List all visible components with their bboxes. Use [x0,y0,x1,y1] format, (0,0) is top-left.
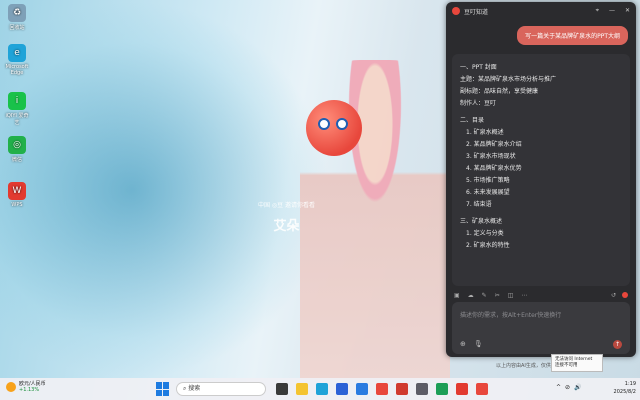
new-chat-icon[interactable] [622,291,628,298]
desktop-icon-wechat[interactable]: ◎ 微信 [4,136,30,163]
weather-title: 欧元/人民币 [19,381,46,387]
image-icon[interactable]: ◫ [508,292,514,299]
desktop-icon-label: 微信 [11,157,22,163]
mascot-icon [306,100,362,156]
app-title: 豆叮知道 [464,8,489,16]
screenshot-icon[interactable]: ▣ [454,292,460,299]
app-logo-icon [452,7,460,15]
app-icon[interactable] [416,383,428,395]
title-bar: 豆叮知道 ⌖ — ✕ [446,2,636,20]
message-input-placeholder: 描述你的需求，按Alt+Enter快速换行 [460,312,562,319]
answer-heading: 三、矿泉水概述 [460,218,503,225]
desktop-icon-edge[interactable]: e Microsoft Edge [4,44,30,76]
user-message-bubble: 写一篇关于某品牌矿泉水的PPT大纲 [517,26,628,45]
wallpaper-brand: 中国 ◎豆 邀请你看看 艾朵 [258,200,315,234]
volume-icon[interactable]: 🔊 [574,384,581,391]
microphone-icon[interactable]: 🎙 [474,340,483,348]
close-icon[interactable]: ✕ [625,7,630,15]
history-icon[interactable]: ↺ [611,292,616,299]
wallpaper-slogan: 中国 ◎豆 邀请你看看 [258,202,316,209]
app-icon[interactable] [396,383,408,395]
answer-line: 副标题：品味自然，享受健康 [460,88,539,95]
system-tray: ^ ⊘ 🔊 [556,384,582,391]
answer-list-item: 1. 定义与分类 [466,230,504,237]
pin-icon[interactable]: ⌖ [596,7,599,15]
edit-icon[interactable]: ✎ [482,292,487,299]
message-input[interactable]: 描述你的需求，按Alt+Enter快速换行 ⊕ 🎙 ↑ [452,302,630,354]
taskbar-search[interactable]: ⌕ 搜索 [176,382,266,396]
app-icon[interactable] [356,383,368,395]
clock-time: 1:19 [624,381,636,387]
answer-list-item: 3. 矿泉水市场现状 [466,153,516,160]
answer-line: 主题：某品牌矿泉水市场分析与推广 [460,76,557,83]
recycle-bin-icon: ♻ [8,4,26,22]
desktop-icon-iqiyi[interactable]: i iQIYI 爱奇艺 [4,92,30,126]
desktop-icon-label: Microsoft Edge [5,64,29,76]
clock-date: 2025/8/2 [613,389,636,395]
desktop-icon-label: 回收站 [9,25,25,31]
answer-panel: 一、PPT 封面主题：某品牌矿泉水市场分析与推广 副标题：品味自然，享受健康 制作人… [452,54,630,286]
tooltip-line: 连接不可用 [555,363,578,368]
desktop-icon-recycle-bin[interactable]: ♻ 回收站 [4,4,30,31]
add-icon[interactable]: ⊕ [460,340,466,348]
answer-heading: 二、目录 [460,117,485,124]
more-icon[interactable]: ⋯ [521,292,527,299]
start-button[interactable] [156,382,170,396]
cloud-icon[interactable]: ☁ [468,292,474,299]
iqiyi-icon: i [8,92,26,110]
weather-sub: +1.13% [19,387,40,393]
minimize-icon[interactable]: — [609,7,615,15]
network-tooltip: 无法访问 Internet 连接不可用 [551,354,603,372]
answer-line: 制作人：豆叮 [460,100,497,107]
search-placeholder: 搜索 [188,385,201,392]
desktop-icon-label: WPS [11,202,23,208]
answer-list-item: 2. 矿泉水的特性 [466,242,510,249]
desktop-icon-wps[interactable]: W WPS [4,182,30,208]
weather-icon [6,381,16,392]
store-icon[interactable] [336,383,348,395]
wechat-icon: ◎ [8,136,26,154]
desktop-icon-label: iQIYI 爱奇艺 [5,113,29,126]
wps-taskbar-icon[interactable] [456,383,468,395]
weather-widget[interactable]: 欧元/人民币 +1.13% [6,380,46,393]
send-button[interactable]: ↑ [613,340,622,349]
answer-list-item: 7. 结束语 [466,201,492,208]
edge-icon: e [8,44,26,62]
answer-list-item: 5. 市场推广策略 [466,177,510,184]
answer-list-item: 4. 某品牌矿泉水优势 [466,165,522,172]
wallpaper-ice [0,0,330,380]
file-explorer-icon[interactable] [296,383,308,395]
clock[interactable]: 1:19 2025/8/2 [614,380,636,396]
doubao-taskbar-icon[interactable] [476,383,488,395]
app-icon[interactable] [376,383,388,395]
answer-list-item: 1. 矿泉水概述 [466,129,504,136]
app-icon[interactable] [436,383,448,395]
task-view-icon[interactable] [276,383,288,395]
input-toolbar: ▣ ☁ ✎ ✂ ◫ ⋯ ↺ [454,290,628,300]
answer-heading: 一、PPT 封面 [460,64,497,71]
taskbar: 欧元/人民币 +1.13% ⌕ 搜索 ^ ⊘ 🔊 1:19 2025/8/2 [0,378,640,400]
chevron-up-icon[interactable]: ^ [556,384,561,391]
answer-list-item: 6. 未来发展展望 [466,189,510,196]
edge-taskbar-icon[interactable] [316,383,328,395]
chat-window: 豆叮知道 ⌖ — ✕ 写一篇关于某品牌矿泉水的PPT大纲 一、PPT 封面主题：… [446,2,636,357]
answer-list-item: 2. 某品牌矿泉水介绍 [466,141,522,148]
scissors-icon[interactable]: ✂ [495,292,500,299]
wallpaper-brand-name: 艾朵 [273,219,300,234]
wps-icon: W [8,182,26,200]
network-icon[interactable]: ⊘ [565,384,570,391]
